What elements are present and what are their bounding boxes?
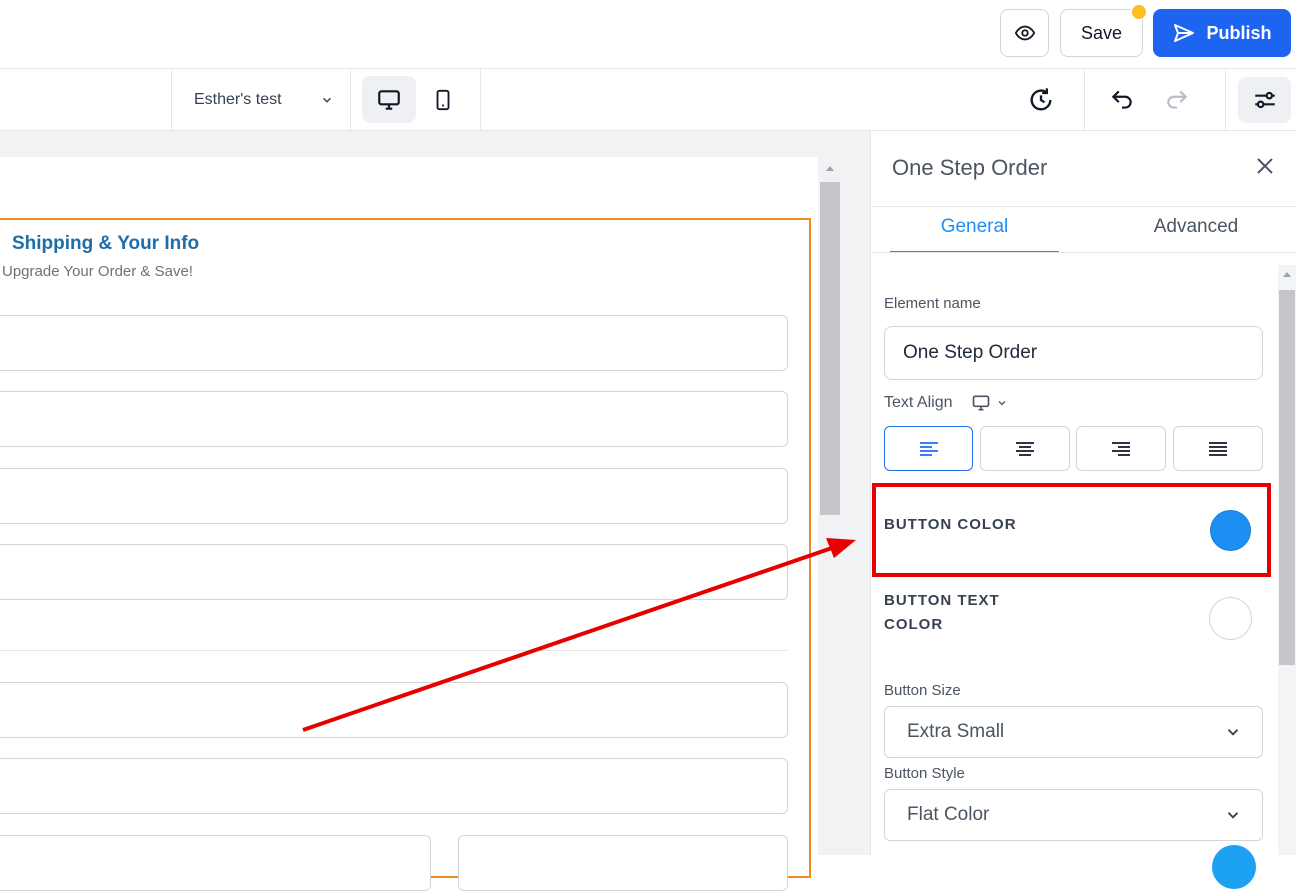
scroll-up-icon — [826, 166, 834, 171]
button-size-select[interactable]: Extra Small — [884, 706, 1263, 758]
page-selector-label: Esther's test — [194, 91, 282, 108]
redo-button[interactable] — [1160, 84, 1194, 116]
publish-label: Publish — [1206, 22, 1272, 43]
zip-code-field[interactable] — [458, 835, 788, 891]
align-center-button[interactable] — [980, 426, 1070, 471]
form-field[interactable] — [0, 544, 788, 600]
form-field[interactable] — [0, 315, 788, 371]
editor-toolbar: Esther's test — [0, 69, 1296, 131]
panel-divider — [870, 206, 1296, 207]
history-button[interactable] — [1023, 84, 1059, 116]
button-style-value: Flat Color — [907, 804, 990, 825]
scroll-up-icon — [1283, 272, 1291, 277]
chevron-down-icon — [322, 97, 332, 103]
phone-icon — [436, 89, 450, 110]
undo-button[interactable] — [1105, 84, 1139, 116]
align-center-icon — [1016, 441, 1034, 456]
toolbar-divider — [350, 69, 351, 131]
align-right-button[interactable] — [1076, 426, 1166, 471]
form-field[interactable] — [0, 391, 788, 447]
tab-general[interactable]: General — [890, 216, 1059, 253]
preview-button[interactable] — [1000, 9, 1049, 57]
close-panel-button[interactable] — [1253, 154, 1277, 178]
toolbar-divider — [480, 69, 481, 131]
button-text-color-swatch[interactable] — [1209, 597, 1252, 640]
align-right-icon — [1112, 441, 1130, 456]
align-left-icon — [919, 441, 938, 456]
button-style-select[interactable]: Flat Color — [884, 789, 1263, 841]
tabs-divider — [870, 252, 1296, 253]
toolbar-divider — [1084, 69, 1085, 131]
annotation-highlight-box — [872, 483, 1271, 577]
top-bar: Save Publish — [0, 0, 1296, 69]
element-name-input[interactable]: One Step Order — [884, 326, 1263, 380]
color-swatch-partial[interactable] — [1212, 845, 1256, 889]
form-divider — [0, 650, 788, 651]
publish-button[interactable]: Publish — [1153, 9, 1291, 57]
tab-advanced[interactable]: Advanced — [1110, 216, 1282, 253]
unsaved-indicator — [1130, 3, 1148, 21]
align-justify-icon — [1209, 441, 1227, 456]
button-size-value: Extra Small — [907, 721, 1005, 742]
chevron-down-icon — [1227, 812, 1239, 819]
order-subheading: Upgrade Your Order & Save! — [2, 263, 193, 280]
element-name-value: One Step Order — [903, 342, 1038, 363]
page-selector[interactable]: Esther's test — [194, 89, 334, 111]
desktop-view-button[interactable] — [362, 76, 416, 123]
align-left-button[interactable] — [884, 426, 973, 471]
align-justify-button[interactable] — [1173, 426, 1263, 471]
button-style-label: Button Style — [884, 765, 965, 782]
button-size-label: Button Size — [884, 682, 961, 699]
form-field[interactable] — [0, 758, 788, 814]
monitor-icon — [378, 89, 400, 110]
monitor-icon — [972, 395, 990, 411]
button-text-color-label-line2: COLOR — [884, 616, 944, 633]
form-field[interactable] — [0, 835, 431, 891]
order-heading: Shipping & Your Info — [12, 233, 200, 254]
canvas-scroll-thumb[interactable] — [820, 182, 840, 515]
device-toggle[interactable] — [970, 392, 1014, 414]
mobile-view-button[interactable] — [420, 76, 466, 123]
close-icon — [1257, 158, 1273, 174]
history-icon — [1030, 88, 1052, 111]
redo-icon — [1167, 90, 1188, 109]
undo-icon — [1111, 90, 1132, 109]
settings-panel-button[interactable] — [1238, 77, 1291, 123]
chevron-down-icon — [998, 401, 1006, 406]
save-label: Save — [1080, 22, 1123, 43]
send-icon — [1174, 24, 1195, 42]
form-field[interactable] — [0, 468, 788, 524]
eye-icon — [1014, 25, 1035, 41]
element-name-label: Element name — [884, 295, 981, 312]
toolbar-divider — [171, 69, 172, 131]
button-text-color-label-line1: BUTTON TEXT — [884, 592, 1000, 609]
panel-title: One Step Order — [892, 155, 1048, 180]
sliders-icon — [1254, 91, 1275, 109]
text-align-label: Text Align — [884, 394, 953, 411]
chevron-down-icon — [1227, 729, 1239, 736]
panel-scroll-thumb[interactable] — [1279, 290, 1295, 665]
form-field[interactable] — [0, 682, 788, 738]
toolbar-divider — [1225, 69, 1226, 131]
